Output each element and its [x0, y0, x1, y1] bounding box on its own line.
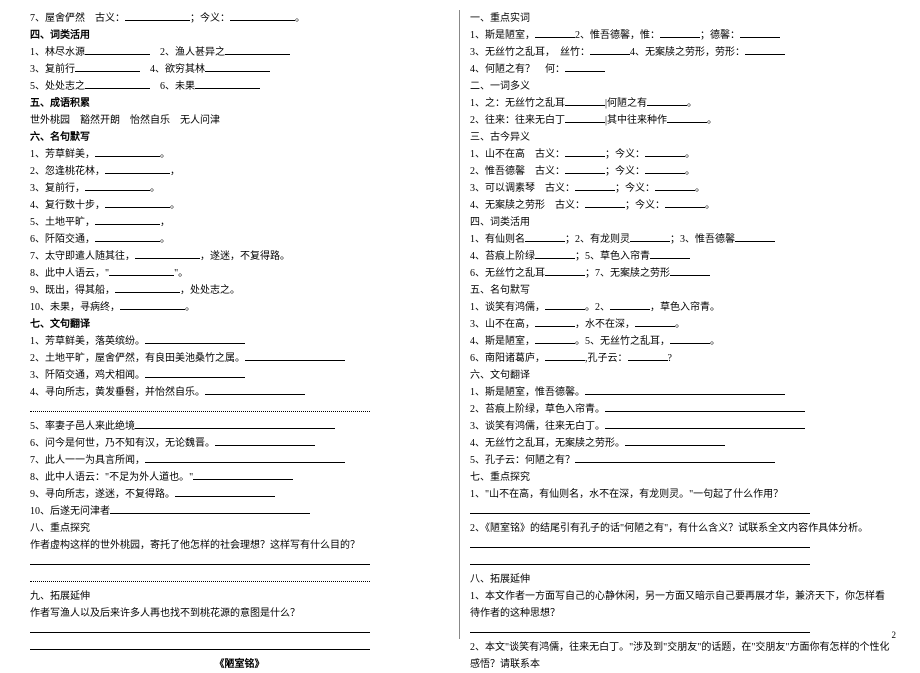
r7-2: 2、《陋室铭》的结尾引有孔子的话"何陋之有"，有什么含义？试联系全文内容作具体分…	[470, 520, 890, 537]
r-blank2	[470, 537, 890, 554]
r5-4: 6、南阳诸葛庐，,孔子云：?	[470, 350, 890, 367]
s6-6: 6、阡陌交通，。	[30, 231, 449, 248]
r5-2: 3、山不在高，，水不在深，。	[470, 316, 890, 333]
s8-q: 作者虚构这样的世外桃园，寄托了他怎样的社会理想？这样写有什么目的？	[30, 537, 449, 554]
s6-8: 8、此中人语云，""。	[30, 265, 449, 282]
r2-1: 1、之：无丝竹之乱耳|何陋之有。	[470, 95, 890, 112]
section-9-heading: 九、拓展延伸	[30, 588, 449, 605]
r-sec1: 一、重点实词	[470, 10, 890, 27]
section-8-heading: 八、重点探究	[30, 520, 449, 537]
r-sec2: 二、一词多义	[470, 78, 890, 95]
s7-8: 8、此中人语云："不足为外人道也。"	[30, 469, 449, 486]
r6-4: 4、无丝竹之乱耳，无案牍之劳形。	[470, 435, 890, 452]
right-column: 一、重点实词 1、斯是陋室，2、惟吾德馨，惟：；德馨： 3、无丝竹之乱耳， 丝竹…	[460, 10, 900, 639]
r-blank3	[470, 554, 890, 571]
r7-1: 1、"山不在高，有仙则名，水不在深，有龙则灵。"一句起了什么作用？	[470, 486, 890, 503]
dashed-2	[30, 571, 449, 588]
r-sec7: 七、重点探究	[470, 469, 890, 486]
r8-1: 1、本文作者一方面写自己的心静休闲，另一方面又暗示自己要再展才华，兼济天下，你怎…	[470, 588, 890, 622]
item-7: 7、屋舍俨然 古义：；今义：。	[30, 10, 449, 27]
s7-9: 9、寻向所志，遂迷，不复得路。	[30, 486, 449, 503]
s5-text: 世外桃园 豁然开朗 怡然自乐 无人问津	[30, 112, 449, 129]
s7-6: 6、问今是何世，乃不知有汉，无论魏晋。	[30, 435, 449, 452]
s6-5: 5、土地平旷，，	[30, 214, 449, 231]
r1-1: 1、斯是陋室，2、惟吾德馨，惟：；德馨：	[470, 27, 890, 44]
r6-3: 3、谈笑有鸿儒，往来无白丁。	[470, 418, 890, 435]
s6-10: 10、未果，寻病终，。	[30, 299, 449, 316]
r-blank1	[470, 503, 890, 520]
s7-4: 4、寻向所志，黄发垂髫，并怡然自乐。	[30, 384, 449, 401]
r-sec5: 五、名句默写	[470, 282, 890, 299]
s6-7: 7、太守即遣人随其往，，遂迷，不复得路。	[30, 248, 449, 265]
s6-9: 9、既出，得其船，，处处志之。	[30, 282, 449, 299]
s6-4: 4、复行数十步，。	[30, 197, 449, 214]
s7-7: 7、此人一一为具言所闻，	[30, 452, 449, 469]
s7-2: 2、土地平旷，屋舍俨然，有良田美池桑竹之属。	[30, 350, 449, 367]
s4-row1: 1、林尽水源 2、渔人甚异之	[30, 44, 449, 61]
r-sec3: 三、古今异义	[470, 129, 890, 146]
page-number: 2	[892, 628, 897, 643]
s4-row3: 5、处处志之 6、未果	[30, 78, 449, 95]
section-6-heading: 六、名句默写	[30, 129, 449, 146]
r1-4: 4、何陋之有？ 何：	[470, 61, 890, 78]
r6-1: 1、斯是陋室，惟吾德馨。	[470, 384, 890, 401]
r6-2: 2、苔痕上阶绿，草色入帘青。	[470, 401, 890, 418]
subtitle: 《陋室铭》	[30, 656, 449, 673]
blank-full-1	[30, 554, 449, 571]
section-4-heading: 四、词类活用	[30, 27, 449, 44]
section-7-heading: 七、文句翻译	[30, 316, 449, 333]
r-sec8: 八、拓展延伸	[470, 571, 890, 588]
s7-1: 1、芳草鲜美，落英缤纷。	[30, 333, 449, 350]
r6-5: 5、孔子云：何陋之有？	[470, 452, 890, 469]
r-sec6: 六、文句翻译	[470, 367, 890, 384]
r-blank4	[470, 622, 890, 639]
s4-row2: 3、复前行 4、欲穷其林	[30, 61, 449, 78]
r-sec4: 四、词类活用	[470, 214, 890, 231]
r8-2: 2、本文"谈笑有鸿儒，往来无白丁。"涉及到"交朋友"的话题，在"交朋友"方面你有…	[470, 639, 890, 673]
r3-2: 2、惟吾德馨 古义：；今义：。	[470, 163, 890, 180]
r3-1: 1、山不在高 古义：；今义：。	[470, 146, 890, 163]
r4-2: 4、苔痕上阶绿；5、草色入帘青	[470, 248, 890, 265]
s6-3: 3、复前行，。	[30, 180, 449, 197]
s6-1: 1、芳草鲜美，。	[30, 146, 449, 163]
s6-2: 2、忽逢桃花林，，	[30, 163, 449, 180]
r5-1: 1、谈笑有鸿儒，。2、，草色入帘青。	[470, 299, 890, 316]
r1-3: 3、无丝竹之乱耳， 丝竹：4、无案牍之劳形，劳形：	[470, 44, 890, 61]
s7-10: 10、后遂无问津者	[30, 503, 449, 520]
s7-5: 5、率妻子邑人来此绝境	[30, 418, 449, 435]
s7-3: 3、阡陌交通，鸡犬相闻。	[30, 367, 449, 384]
blank-full-3	[30, 639, 449, 656]
r2-2: 2、往来：往来无白丁|其中往来种作。	[470, 112, 890, 129]
r4-1: 1、有仙则名；2、有龙则灵；3、惟吾德馨	[470, 231, 890, 248]
r5-3: 4、斯是陋室，。5、无丝竹之乱耳，。	[470, 333, 890, 350]
r4-3: 6、无丝竹之乱耳；7、无案牍之劳形	[470, 265, 890, 282]
r3-4: 4、无案牍之劳形 古义：；今义：。	[470, 197, 890, 214]
r3-3: 3、可以调素琴 古义：；今义：。	[470, 180, 890, 197]
s9-q: 作者写渔人以及后来许多人再也找不到桃花源的意图是什么？	[30, 605, 449, 622]
dashed-1	[30, 401, 449, 418]
section-5-heading: 五、成语积累	[30, 95, 449, 112]
blank-full-2	[30, 622, 449, 639]
left-column: 7、屋舍俨然 古义：；今义：。 四、词类活用 1、林尽水源 2、渔人甚异之 3、…	[20, 10, 460, 639]
